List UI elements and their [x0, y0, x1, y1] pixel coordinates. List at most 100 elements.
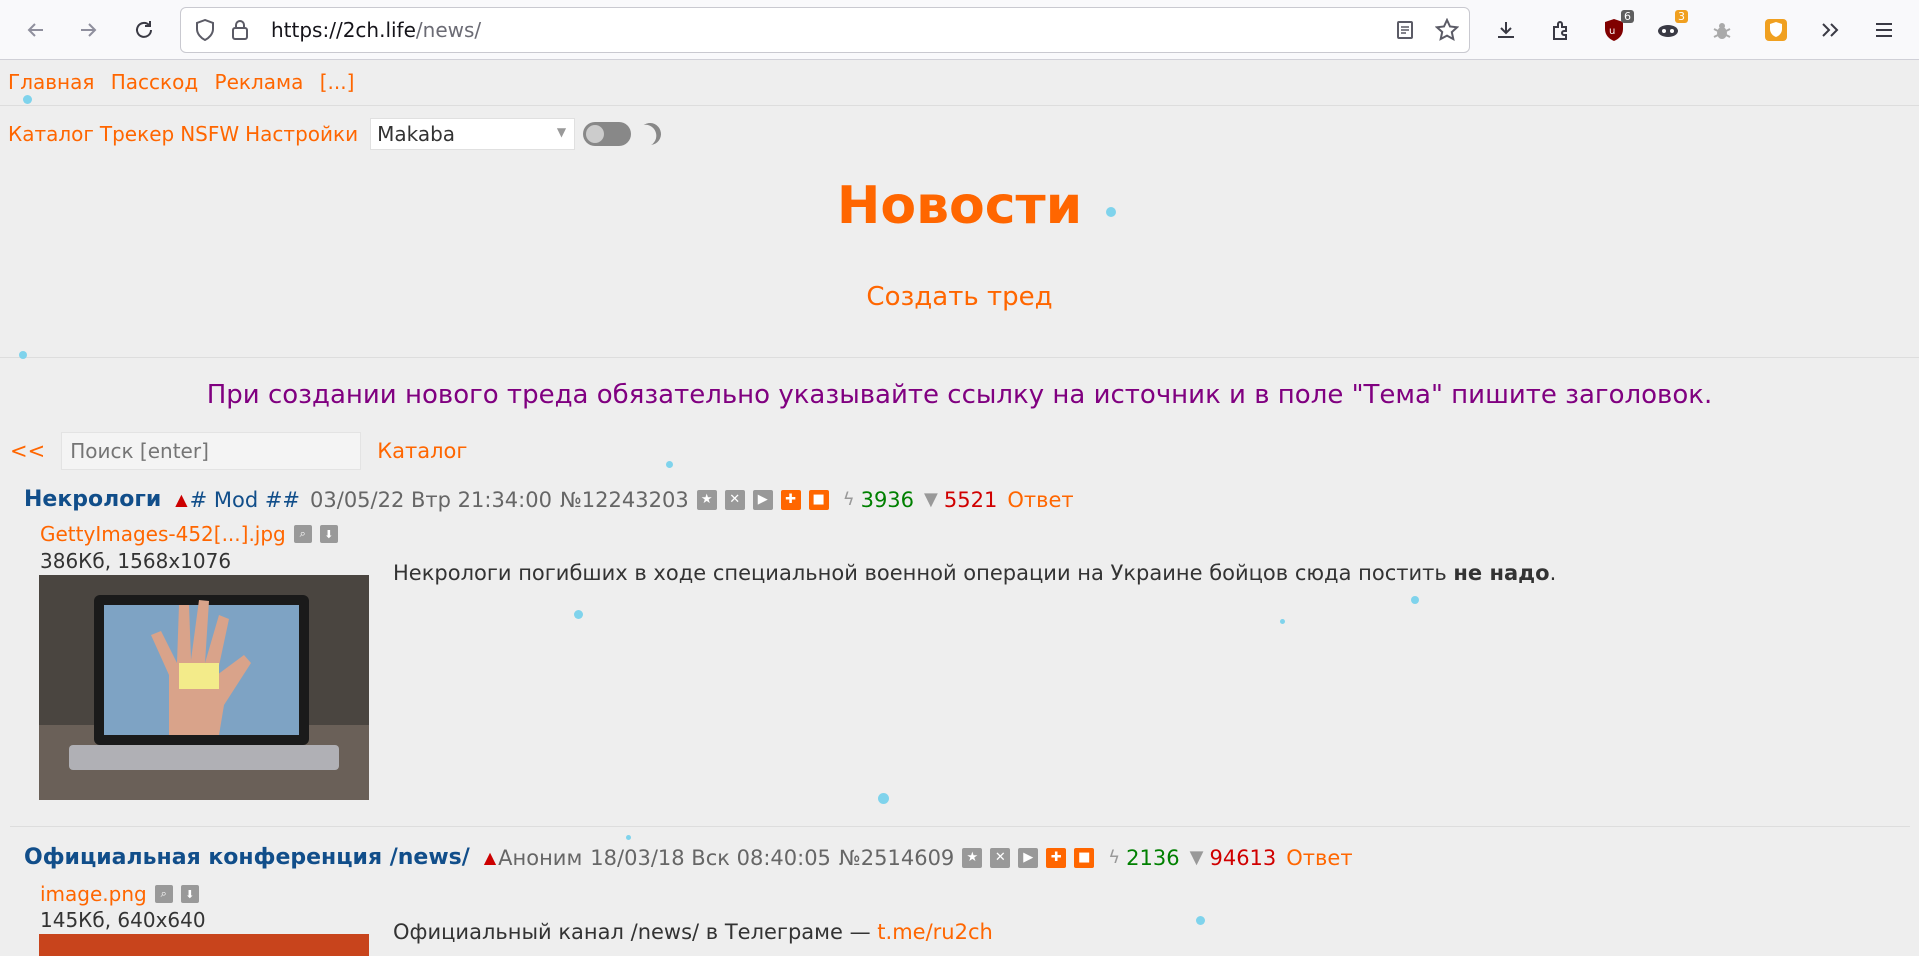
file-info: GettyImages-452[...].jpg ⌕ ⬇	[40, 522, 338, 546]
star-icon[interactable]: ★	[962, 847, 983, 868]
menu-icon[interactable]	[1868, 14, 1900, 46]
snowflake	[626, 835, 631, 840]
post-number[interactable]: №12243203	[560, 488, 689, 512]
thread-title: Официальная конференция /news/	[24, 845, 470, 870]
star-icon[interactable]: ★	[696, 489, 717, 510]
catalog-link-2[interactable]: Каталог	[377, 439, 467, 463]
divider	[10, 826, 1910, 827]
download-icon[interactable]	[1490, 14, 1522, 46]
play-icon[interactable]: ▶	[1018, 847, 1039, 868]
santa-hat-icon: ▲	[483, 848, 497, 867]
create-thread-link[interactable]: Создать тред	[866, 282, 1052, 312]
bolt-icon: ϟ	[1108, 847, 1121, 868]
settings-link[interactable]: Настройки	[245, 122, 358, 146]
bug-icon[interactable]	[1706, 14, 1738, 46]
nav-ads-link[interactable]: Реклама	[215, 70, 304, 94]
thread-title: Некрологи	[24, 487, 162, 512]
likes-count[interactable]: 2136	[1126, 846, 1179, 870]
post-message-text: Официальный канал /news/ в Телеграме —	[393, 920, 871, 944]
play-icon[interactable]: ▶	[752, 489, 773, 510]
reply-link[interactable]: Ответ	[1007, 488, 1073, 512]
thread-thumbnail[interactable]	[39, 575, 369, 800]
url-host: https://2ch.life	[271, 18, 416, 42]
ublock-icon[interactable]: u 6	[1598, 10, 1634, 46]
nav-more-link[interactable]: [...]	[320, 70, 355, 94]
url-path: /news/	[415, 18, 482, 42]
overflow-icon[interactable]	[1814, 14, 1846, 46]
url-bar[interactable]: https://2ch.life/news/	[180, 7, 1470, 53]
toggle-knob	[586, 125, 605, 143]
santa-hat-icon: ▲	[175, 490, 188, 509]
moon-icon	[636, 120, 664, 148]
file-name-link[interactable]: GettyImages-452[...].jpg	[40, 522, 286, 546]
file-meta: 145Кб, 640x640	[40, 908, 206, 932]
theme-toggle[interactable]	[583, 122, 632, 146]
post-message-bold: не надо	[1453, 561, 1550, 585]
forward-arrow-icon[interactable]	[72, 14, 104, 46]
hide-icon[interactable]: ✕	[724, 489, 745, 510]
telegram-link[interactable]: t.me/ru2ch	[877, 920, 993, 944]
divider	[0, 357, 1919, 358]
nav-passcode-link[interactable]: Пасскод	[111, 70, 198, 94]
style-select-value: Makaba	[377, 122, 456, 146]
file-name-link[interactable]: image.png	[40, 882, 147, 906]
nsfw-link[interactable]: NSFW	[180, 122, 239, 146]
lock-icon[interactable]	[231, 19, 249, 45]
thread-thumbnail[interactable]	[39, 934, 369, 956]
brave-shield-icon[interactable]	[1760, 14, 1792, 46]
board-title: Новости	[836, 176, 1083, 236]
pin-icon: ✚	[780, 489, 801, 510]
extensions-icon[interactable]	[1544, 14, 1576, 46]
download-icon[interactable]: ⬇	[180, 885, 199, 903]
snowflake	[1411, 596, 1419, 604]
post-message-end: .	[1549, 561, 1557, 585]
hide-icon[interactable]: ✕	[990, 847, 1011, 868]
file-meta: 386Кб, 1568x1076	[40, 549, 232, 573]
divider	[0, 105, 1919, 106]
post-date: 18/03/18 Вск 08:40:05	[590, 845, 831, 870]
back-arrow-icon[interactable]	[20, 14, 52, 46]
dislikes-count[interactable]: 94613	[1209, 846, 1276, 870]
chevron-down-icon: ▼	[556, 125, 567, 139]
snowflake	[23, 95, 32, 104]
mask-extension-icon[interactable]: 3	[1652, 10, 1688, 46]
back-page-link[interactable]: <<	[10, 439, 45, 463]
thread-header: Официальная конференция /news/ ▲ Аноним …	[24, 845, 1353, 870]
nav-main-link[interactable]: Главная	[8, 70, 94, 94]
thread-header: Некрологи ▲ # Mod ## 03/05/22 Втр 21:34:…	[24, 487, 1074, 512]
search-input[interactable]	[61, 432, 362, 470]
snowflake	[1106, 207, 1116, 217]
ublock-badge: 6	[1621, 10, 1634, 23]
post-author: Аноним	[498, 845, 583, 870]
tracker-link[interactable]: Трекер	[100, 122, 174, 146]
bolt-icon: ϟ	[842, 489, 855, 510]
post-message: Официальный канал /news/ в Телеграме — t…	[393, 917, 993, 947]
snowflake	[666, 461, 673, 468]
search-row: << Каталог	[10, 432, 467, 470]
svg-text:u: u	[1609, 26, 1615, 37]
board-notice: При создании нового треда обязательно ук…	[206, 380, 1713, 410]
shield-icon[interactable]	[195, 18, 215, 45]
search-icon[interactable]: ⌕	[154, 885, 173, 903]
thumbs-down-icon[interactable]: ▼	[924, 489, 938, 510]
pin-icon: ✚	[1046, 847, 1067, 868]
download-icon[interactable]: ⬇	[319, 525, 338, 543]
laptop-stop-image	[39, 575, 369, 800]
search-icon[interactable]: ⌕	[293, 525, 312, 543]
reply-link[interactable]: Ответ	[1286, 846, 1352, 870]
post-date: 03/05/22 Втр 21:34:00	[310, 487, 552, 512]
snowflake	[878, 793, 889, 804]
reader-icon[interactable]	[1395, 20, 1415, 44]
mod-capcode: # Mod ##	[189, 487, 301, 512]
snowflake	[574, 610, 583, 619]
star-icon[interactable]	[1434, 17, 1460, 46]
reload-icon[interactable]	[128, 14, 160, 46]
likes-count[interactable]: 3936	[861, 488, 914, 512]
dislikes-count[interactable]: 5521	[944, 488, 997, 512]
thumbs-down-icon[interactable]: ▼	[1190, 847, 1204, 868]
snowflake	[1280, 619, 1285, 624]
lock-icon: ■	[808, 489, 829, 510]
post-number[interactable]: №2514609	[839, 846, 954, 870]
style-select[interactable]: Makaba ▼	[370, 118, 576, 150]
catalog-link[interactable]: Каталог	[8, 122, 94, 146]
